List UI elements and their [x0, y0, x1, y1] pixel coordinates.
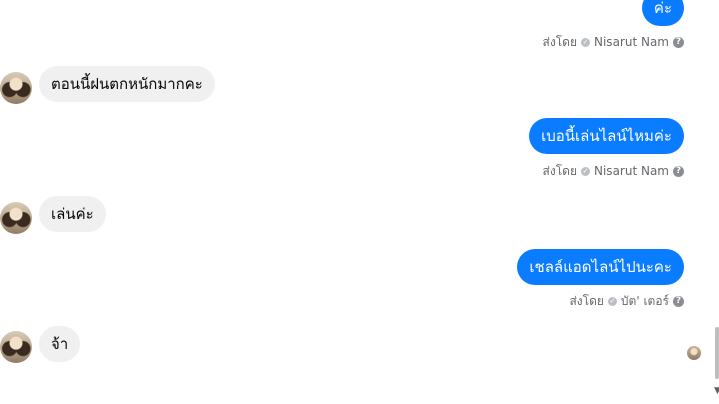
sent-by-label: ส่งโดย	[569, 293, 604, 308]
question-circle-icon[interactable]: ?	[673, 36, 684, 48]
outgoing-message-bubble[interactable]: เบอนี้เล่นไลน์ไหมค่ะ	[529, 118, 684, 154]
scrollbar-thumb[interactable]	[715, 327, 719, 379]
message-text: เชลล์แอดไลน์ไปนะคะ	[529, 258, 672, 276]
incoming-message-bubble[interactable]: จ้า	[39, 326, 81, 362]
scroll-down-arrow-icon[interactable]: ▼	[714, 386, 719, 396]
message-text: เล่นค่ะ	[51, 205, 94, 223]
contact-avatar[interactable]	[0, 331, 32, 363]
check-circle-icon: ✓	[581, 166, 590, 176]
sent-by-label: ส่งโดย	[542, 34, 577, 49]
message-text: ค่ะ	[653, 0, 672, 17]
check-circle-icon: ✓	[607, 296, 617, 306]
sender-name: Nisarut Nam	[594, 164, 669, 178]
message-text: จ้า	[51, 335, 69, 353]
sent-by-info: ส่งโดย ✓ Nisarut Nam ?	[543, 163, 684, 179]
sent-by-info: ส่งโดย ✓ Nisarut Nam ?	[543, 34, 684, 50]
sender-name: Nisarut Nam	[594, 35, 669, 49]
sent-by-label: ส่งโดย	[542, 163, 577, 178]
sent-by-info: ส่งโดย ✓ บัต' เตอร์ ?	[569, 293, 684, 309]
incoming-message-bubble[interactable]: เล่นค่ะ	[39, 196, 106, 232]
sender-name: บัต' เตอร์	[620, 293, 669, 308]
question-circle-icon[interactable]: ?	[673, 295, 684, 307]
outgoing-message-bubble[interactable]: เชลล์แอดไลน์ไปนะคะ	[517, 249, 684, 285]
question-circle-icon[interactable]: ?	[673, 165, 684, 177]
contact-avatar[interactable]	[0, 72, 32, 104]
message-text: ตอนนี้ฝนตกหนักมากคะ	[51, 75, 203, 93]
outgoing-message-bubble[interactable]: ค่ะ	[641, 0, 684, 26]
message-text: เบอนี้เล่นไลน์ไหมค่ะ	[541, 127, 672, 145]
check-circle-icon: ✓	[581, 37, 590, 47]
incoming-message-bubble[interactable]: ตอนนี้ฝนตกหนักมากคะ	[39, 66, 215, 102]
seen-avatar	[687, 346, 701, 360]
contact-avatar[interactable]	[0, 202, 32, 234]
